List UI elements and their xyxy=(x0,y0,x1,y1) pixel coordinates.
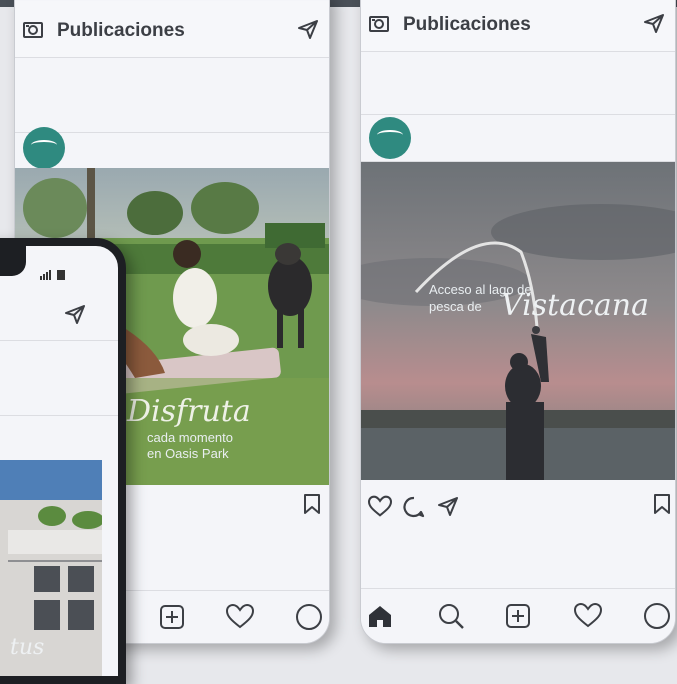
stories-band xyxy=(361,52,675,115)
caption-line: pesca de xyxy=(429,299,482,314)
caption-line: en Oasis Park xyxy=(147,446,229,461)
avatar[interactable] xyxy=(369,117,411,159)
bookmark-icon[interactable] xyxy=(303,493,321,515)
post-image[interactable]: tus xyxy=(0,460,118,676)
add-icon[interactable] xyxy=(505,603,531,629)
profile-icon[interactable] xyxy=(643,602,671,630)
stories-band xyxy=(0,341,118,416)
heart-icon[interactable] xyxy=(573,602,603,628)
add-icon[interactable] xyxy=(159,604,185,630)
caption-script: Vistacana xyxy=(501,288,649,323)
camera-icon[interactable] xyxy=(369,15,389,32)
camera-icon[interactable] xyxy=(23,21,43,38)
app-header: Publicaciones xyxy=(361,0,675,52)
app-header: Publicaciones xyxy=(15,1,329,58)
phone-mockup-front: tus xyxy=(0,238,126,684)
post-header xyxy=(361,115,675,162)
page-title: Publicaciones xyxy=(403,14,531,35)
home-icon[interactable] xyxy=(367,603,393,629)
send-icon[interactable] xyxy=(437,495,459,517)
notch xyxy=(0,246,26,276)
signal-icon xyxy=(40,270,51,280)
profile-icon[interactable] xyxy=(295,603,323,631)
stories-band xyxy=(15,58,329,133)
caption-line: cada momento xyxy=(147,430,233,445)
send-icon[interactable] xyxy=(297,19,319,39)
avatar[interactable] xyxy=(23,127,65,169)
comment-icon[interactable] xyxy=(403,496,425,518)
battery-icon xyxy=(57,270,65,280)
send-icon[interactable] xyxy=(64,304,86,324)
post-actions xyxy=(361,491,675,531)
status-bar xyxy=(0,246,118,286)
phone-mockup-right: Publicaciones Acceso al lago de pesca de… xyxy=(360,0,676,644)
bookmark-icon[interactable] xyxy=(653,493,671,515)
page-title: Publicaciones xyxy=(57,20,185,41)
post-image[interactable]: Acceso al lago de pesca de Vistacana xyxy=(361,162,675,480)
caption-script: tus xyxy=(10,635,45,660)
caption-script: Disfruta xyxy=(127,394,251,429)
search-icon[interactable] xyxy=(437,602,465,630)
send-icon[interactable] xyxy=(643,13,665,33)
app-header xyxy=(0,288,118,341)
heart-icon[interactable] xyxy=(225,603,255,629)
bottom-nav xyxy=(361,588,675,643)
heart-icon[interactable] xyxy=(367,495,393,517)
